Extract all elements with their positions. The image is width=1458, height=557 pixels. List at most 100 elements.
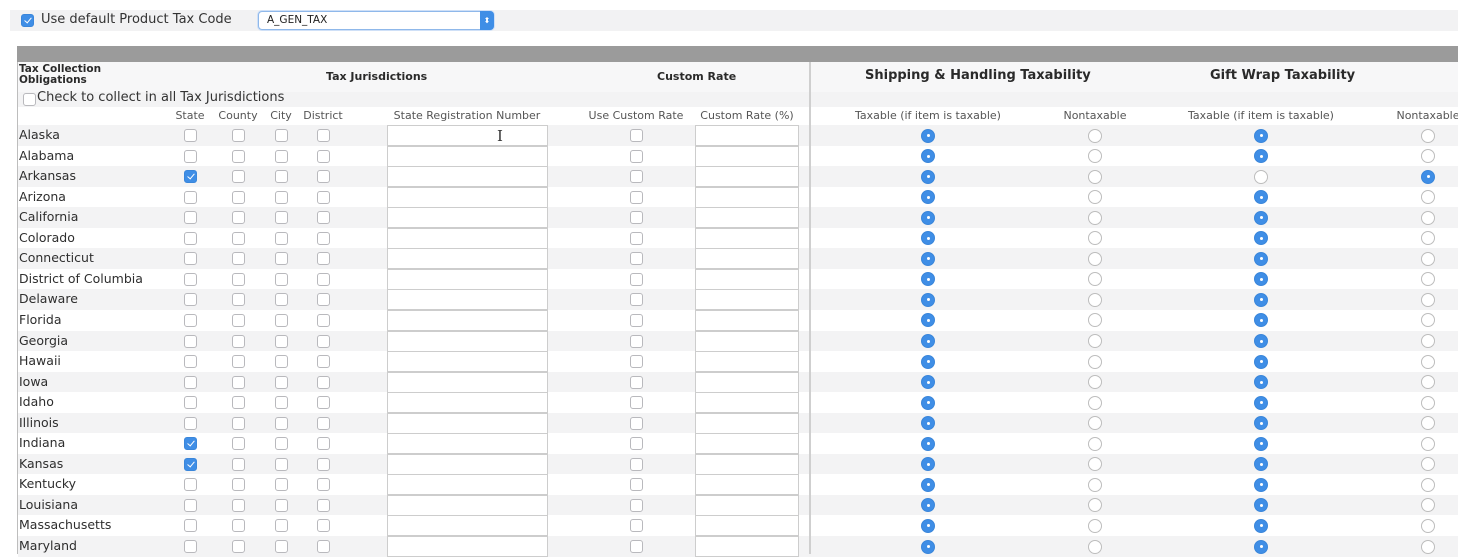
city-checkbox[interactable]: [275, 170, 288, 184]
custom-rate-input[interactable]: [695, 186, 799, 208]
state-registration-number-input[interactable]: [387, 351, 548, 373]
county-checkbox[interactable]: [232, 231, 245, 245]
city-checkbox[interactable]: [275, 190, 288, 204]
custom-rate-input[interactable]: [695, 494, 799, 516]
shipping-nontaxable-radio[interactable]: [1088, 457, 1102, 472]
shipping-nontaxable-radio[interactable]: [1088, 190, 1102, 205]
use-custom-rate-checkbox[interactable]: [630, 498, 643, 512]
state-registration-number-input[interactable]: [387, 412, 548, 434]
use-custom-rate-checkbox[interactable]: [630, 170, 643, 184]
giftwrap-nontaxable-radio[interactable]: [1421, 313, 1435, 328]
use-custom-rate-checkbox[interactable]: [630, 457, 643, 471]
state-registration-number-input[interactable]: [387, 371, 548, 393]
giftwrap-taxable-radio[interactable]: [1254, 375, 1268, 390]
custom-rate-input[interactable]: [695, 515, 799, 537]
district-checkbox[interactable]: [317, 149, 330, 163]
shipping-taxable-radio[interactable]: [921, 169, 935, 184]
giftwrap-taxable-radio[interactable]: [1254, 128, 1268, 143]
state-checkbox[interactable]: [184, 231, 197, 245]
giftwrap-taxable-radio[interactable]: [1254, 395, 1268, 410]
shipping-taxable-radio[interactable]: [921, 128, 935, 143]
giftwrap-taxable-radio[interactable]: [1254, 518, 1268, 533]
use-custom-rate-checkbox[interactable]: [630, 252, 643, 266]
district-checkbox[interactable]: [317, 334, 330, 348]
use-custom-rate-checkbox[interactable]: [630, 478, 643, 492]
district-checkbox[interactable]: [317, 211, 330, 225]
use-custom-rate-checkbox[interactable]: [630, 293, 643, 307]
city-checkbox[interactable]: [275, 437, 288, 451]
state-registration-number-input[interactable]: [387, 125, 548, 146]
shipping-taxable-radio[interactable]: [921, 539, 935, 554]
giftwrap-nontaxable-radio[interactable]: [1421, 149, 1435, 164]
shipping-nontaxable-radio[interactable]: [1088, 354, 1102, 369]
giftwrap-taxable-radio[interactable]: [1254, 313, 1268, 328]
shipping-taxable-radio[interactable]: [921, 149, 935, 164]
shipping-nontaxable-radio[interactable]: [1088, 416, 1102, 431]
custom-rate-input[interactable]: [695, 309, 799, 331]
state-registration-number-input[interactable]: [387, 515, 548, 537]
custom-rate-input[interactable]: [695, 289, 799, 311]
county-checkbox[interactable]: [232, 478, 245, 492]
state-checkbox[interactable]: [184, 375, 197, 389]
city-checkbox[interactable]: [275, 375, 288, 389]
state-registration-number-input[interactable]: [387, 186, 548, 208]
collect-all-jurisdictions-checkbox[interactable]: [23, 93, 36, 106]
custom-rate-input[interactable]: [695, 268, 799, 290]
use-custom-rate-checkbox[interactable]: [630, 355, 643, 369]
state-checkbox[interactable]: [184, 498, 197, 512]
giftwrap-taxable-radio[interactable]: [1254, 354, 1268, 369]
state-checkbox[interactable]: [184, 437, 197, 451]
county-checkbox[interactable]: [232, 272, 245, 286]
shipping-taxable-radio[interactable]: [921, 477, 935, 492]
city-checkbox[interactable]: [275, 396, 288, 410]
use-custom-rate-checkbox[interactable]: [630, 334, 643, 348]
city-checkbox[interactable]: [275, 231, 288, 245]
county-checkbox[interactable]: [232, 129, 245, 142]
city-checkbox[interactable]: [275, 293, 288, 307]
giftwrap-nontaxable-radio[interactable]: [1421, 518, 1435, 533]
giftwrap-taxable-radio[interactable]: [1254, 457, 1268, 472]
shipping-taxable-radio[interactable]: [921, 436, 935, 451]
state-checkbox[interactable]: [184, 334, 197, 348]
giftwrap-nontaxable-radio[interactable]: [1421, 169, 1435, 184]
use-custom-rate-checkbox[interactable]: [630, 149, 643, 163]
giftwrap-nontaxable-radio[interactable]: [1421, 272, 1435, 287]
city-checkbox[interactable]: [275, 355, 288, 369]
giftwrap-taxable-radio[interactable]: [1254, 436, 1268, 451]
district-checkbox[interactable]: [317, 498, 330, 512]
district-checkbox[interactable]: [317, 457, 330, 471]
shipping-nontaxable-radio[interactable]: [1088, 292, 1102, 307]
state-registration-number-input[interactable]: [387, 474, 548, 496]
product-tax-code-select[interactable]: A_GEN_TAX ⬍: [258, 11, 494, 30]
custom-rate-input[interactable]: [695, 412, 799, 434]
city-checkbox[interactable]: [275, 478, 288, 492]
giftwrap-nontaxable-radio[interactable]: [1421, 251, 1435, 266]
giftwrap-taxable-radio[interactable]: [1254, 231, 1268, 246]
use-custom-rate-checkbox[interactable]: [630, 396, 643, 410]
use-custom-rate-checkbox[interactable]: [630, 129, 643, 142]
giftwrap-taxable-radio[interactable]: [1254, 210, 1268, 225]
shipping-nontaxable-radio[interactable]: [1088, 128, 1102, 143]
county-checkbox[interactable]: [232, 375, 245, 389]
use-custom-rate-checkbox[interactable]: [630, 519, 643, 533]
county-checkbox[interactable]: [232, 211, 245, 225]
shipping-nontaxable-radio[interactable]: [1088, 539, 1102, 554]
city-checkbox[interactable]: [275, 334, 288, 348]
district-checkbox[interactable]: [317, 416, 330, 430]
state-registration-number-input[interactable]: [387, 392, 548, 414]
shipping-taxable-radio[interactable]: [921, 518, 935, 533]
state-checkbox[interactable]: [184, 540, 197, 553]
custom-rate-input[interactable]: [695, 207, 799, 229]
state-registration-number-input[interactable]: [387, 309, 548, 331]
county-checkbox[interactable]: [232, 457, 245, 471]
county-checkbox[interactable]: [232, 519, 245, 533]
shipping-taxable-radio[interactable]: [921, 272, 935, 287]
state-checkbox[interactable]: [184, 396, 197, 410]
state-registration-number-input[interactable]: [387, 145, 548, 167]
county-checkbox[interactable]: [232, 190, 245, 204]
giftwrap-taxable-radio[interactable]: [1254, 498, 1268, 513]
shipping-taxable-radio[interactable]: [921, 375, 935, 390]
shipping-taxable-radio[interactable]: [921, 231, 935, 246]
custom-rate-input[interactable]: [695, 125, 799, 146]
giftwrap-taxable-radio[interactable]: [1254, 292, 1268, 307]
